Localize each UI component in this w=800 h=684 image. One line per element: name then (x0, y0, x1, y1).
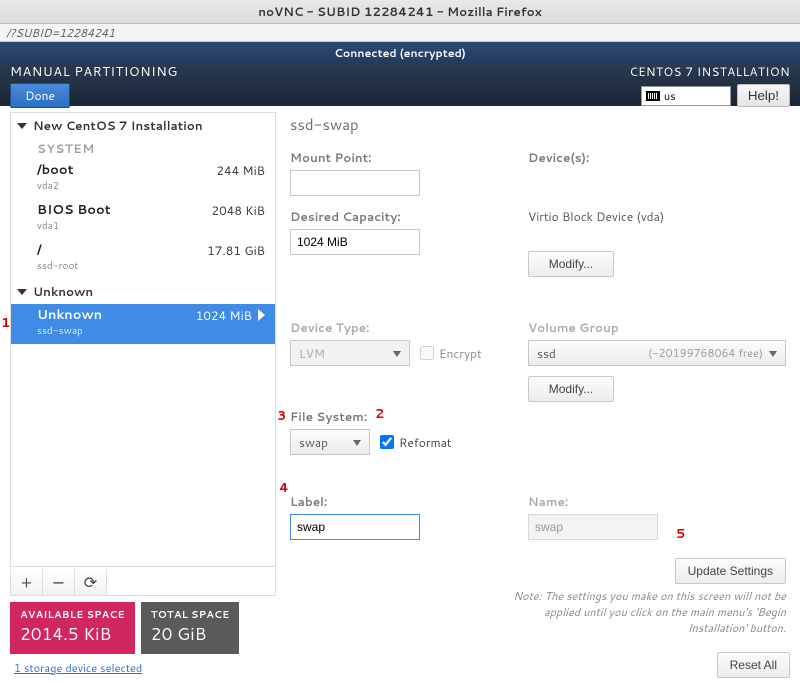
section-system: SYSTEM (11, 138, 275, 159)
caret-down-icon (17, 289, 27, 295)
help-button[interactable]: Help! (737, 84, 790, 107)
settings-note: Note: The settings you make on this scre… (496, 588, 786, 636)
mount-point-label: Mount Point: (290, 149, 500, 166)
mount-point-input[interactable] (290, 170, 420, 196)
device-type-select: LVM (290, 340, 410, 366)
device-type-label: Device Type: (290, 319, 500, 336)
partition-sidebar: New CentOS 7 Installation SYSTEM /boot24… (0, 106, 280, 684)
add-partition-button[interactable]: + (11, 569, 43, 595)
window-title: noVNC - SUBID 12284241 - Mozilla Firefox (0, 0, 800, 24)
tree-row-biosboot[interactable]: BIOS Boot2048 KiB vda1 (11, 199, 275, 239)
tree-row-root[interactable]: /17.81 GiB ssd-root (11, 239, 275, 279)
encrypt-checkbox: Encrypt (420, 345, 482, 362)
url-bar[interactable]: /?SUBID=12284241 (0, 24, 800, 42)
installer-banner: MANUAL PARTITIONING Done CENTOS 7 INSTAL… (0, 64, 800, 106)
name-label: Name: (528, 493, 786, 510)
available-space-badge: AVAILABLE SPACE 2014.5 KiB (10, 602, 135, 654)
tree-header-new-install[interactable]: New CentOS 7 Installation (11, 113, 275, 138)
device-name-text: Virtio Block Device (vda) (528, 208, 786, 225)
modify-vg-button[interactable]: Modify... (528, 376, 614, 402)
devices-label: Device(s): (528, 149, 786, 166)
mount-heading: ssd-swap (290, 114, 786, 135)
keyboard-layout: us (664, 88, 676, 104)
tree-row-unknown-swap[interactable]: Unknown 1024 MiB ssd-swap (11, 304, 275, 344)
reset-all-button[interactable]: Reset All (717, 652, 790, 678)
desired-capacity-label: Desired Capacity: (290, 208, 500, 225)
done-button[interactable]: Done (10, 83, 70, 108)
space-badges: AVAILABLE SPACE 2014.5 KiB TOTAL SPACE 2… (0, 602, 280, 660)
reformat-checkbox[interactable]: Reformat (380, 434, 451, 451)
reload-button[interactable]: ⟳ (75, 569, 107, 595)
name-input (528, 514, 658, 540)
storage-devices-link[interactable]: 1 storage device selected (0, 660, 280, 684)
novnc-status: Connected (encrypted) (0, 42, 800, 64)
total-space-badge: TOTAL SPACE 20 GiB (141, 602, 240, 654)
file-system-label: File System: (290, 408, 500, 425)
volume-group-select[interactable]: ssd (-20199768064 free) (528, 340, 786, 366)
file-system-select[interactable]: swap (290, 429, 370, 455)
keyboard-selector[interactable]: us (641, 86, 731, 106)
installer-title: CENTOS 7 INSTALLATION (629, 63, 790, 80)
desired-capacity-input[interactable] (290, 229, 420, 255)
chevron-right-icon (258, 309, 265, 321)
partition-tree: New CentOS 7 Installation SYSTEM /boot24… (10, 112, 276, 567)
remove-partition-button[interactable]: − (43, 569, 75, 595)
label-input[interactable] (290, 514, 420, 540)
caret-down-icon (17, 123, 27, 129)
tree-header-unknown[interactable]: Unknown (11, 279, 275, 304)
tree-toolbar: + − ⟳ (10, 569, 276, 596)
keyboard-icon (646, 91, 660, 101)
page-title: MANUAL PARTITIONING (10, 63, 178, 81)
partition-detail-pane: ssd-swap Mount Point: Device(s): Desired… (280, 106, 800, 684)
volume-group-label: Volume Group (528, 319, 786, 336)
update-settings-button[interactable]: Update Settings (675, 558, 786, 584)
tree-row-boot[interactable]: /boot244 MiB vda2 (11, 159, 275, 199)
modify-devices-button[interactable]: Modify... (528, 251, 614, 277)
label-label: Label: (290, 493, 500, 510)
